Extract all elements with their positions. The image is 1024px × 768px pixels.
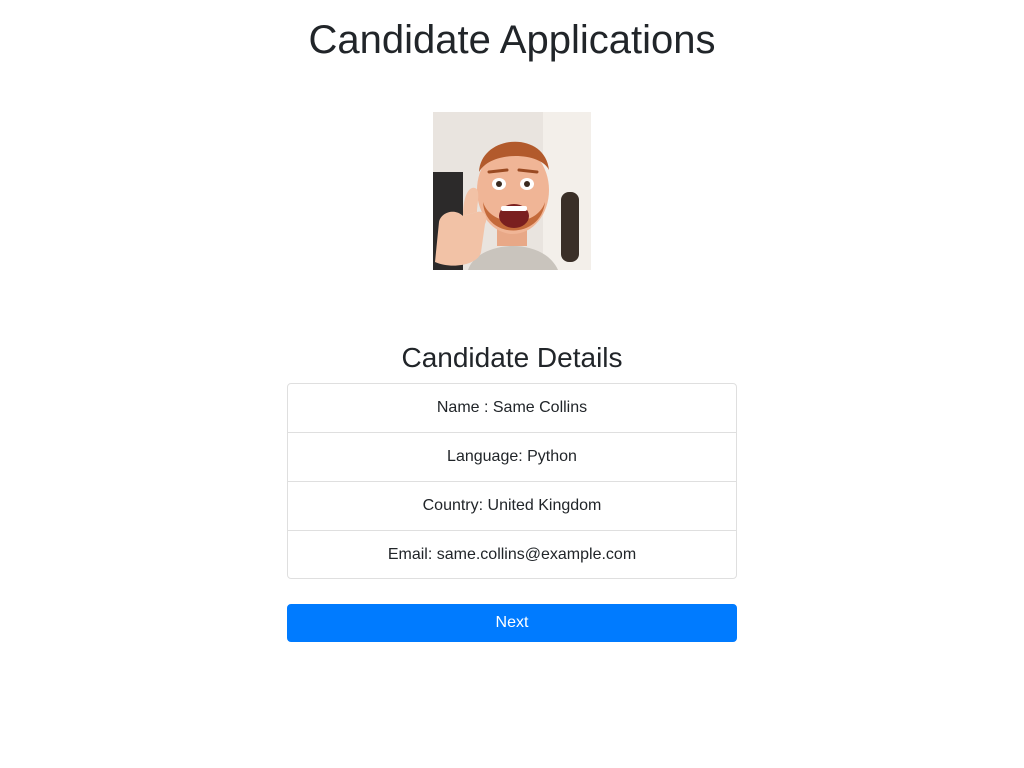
detail-country: Country: United Kingdom (288, 482, 736, 531)
detail-name: Name : Same Collins (288, 384, 736, 433)
detail-email: Email: same.collins@example.com (387, 546, 637, 563)
detail-language: Language: Python (288, 433, 736, 482)
page: Candidate Applications Candidate Details… (0, 0, 1024, 768)
candidate-photo (433, 112, 591, 270)
candidate-details-list: Name : Same Collins Language: Python Cou… (287, 383, 737, 579)
candidate-photo-image (433, 112, 591, 270)
next-button[interactable]: Next (287, 604, 737, 642)
page-title: Candidate Applications (308, 18, 716, 62)
section-title: Candidate Details (401, 342, 623, 373)
